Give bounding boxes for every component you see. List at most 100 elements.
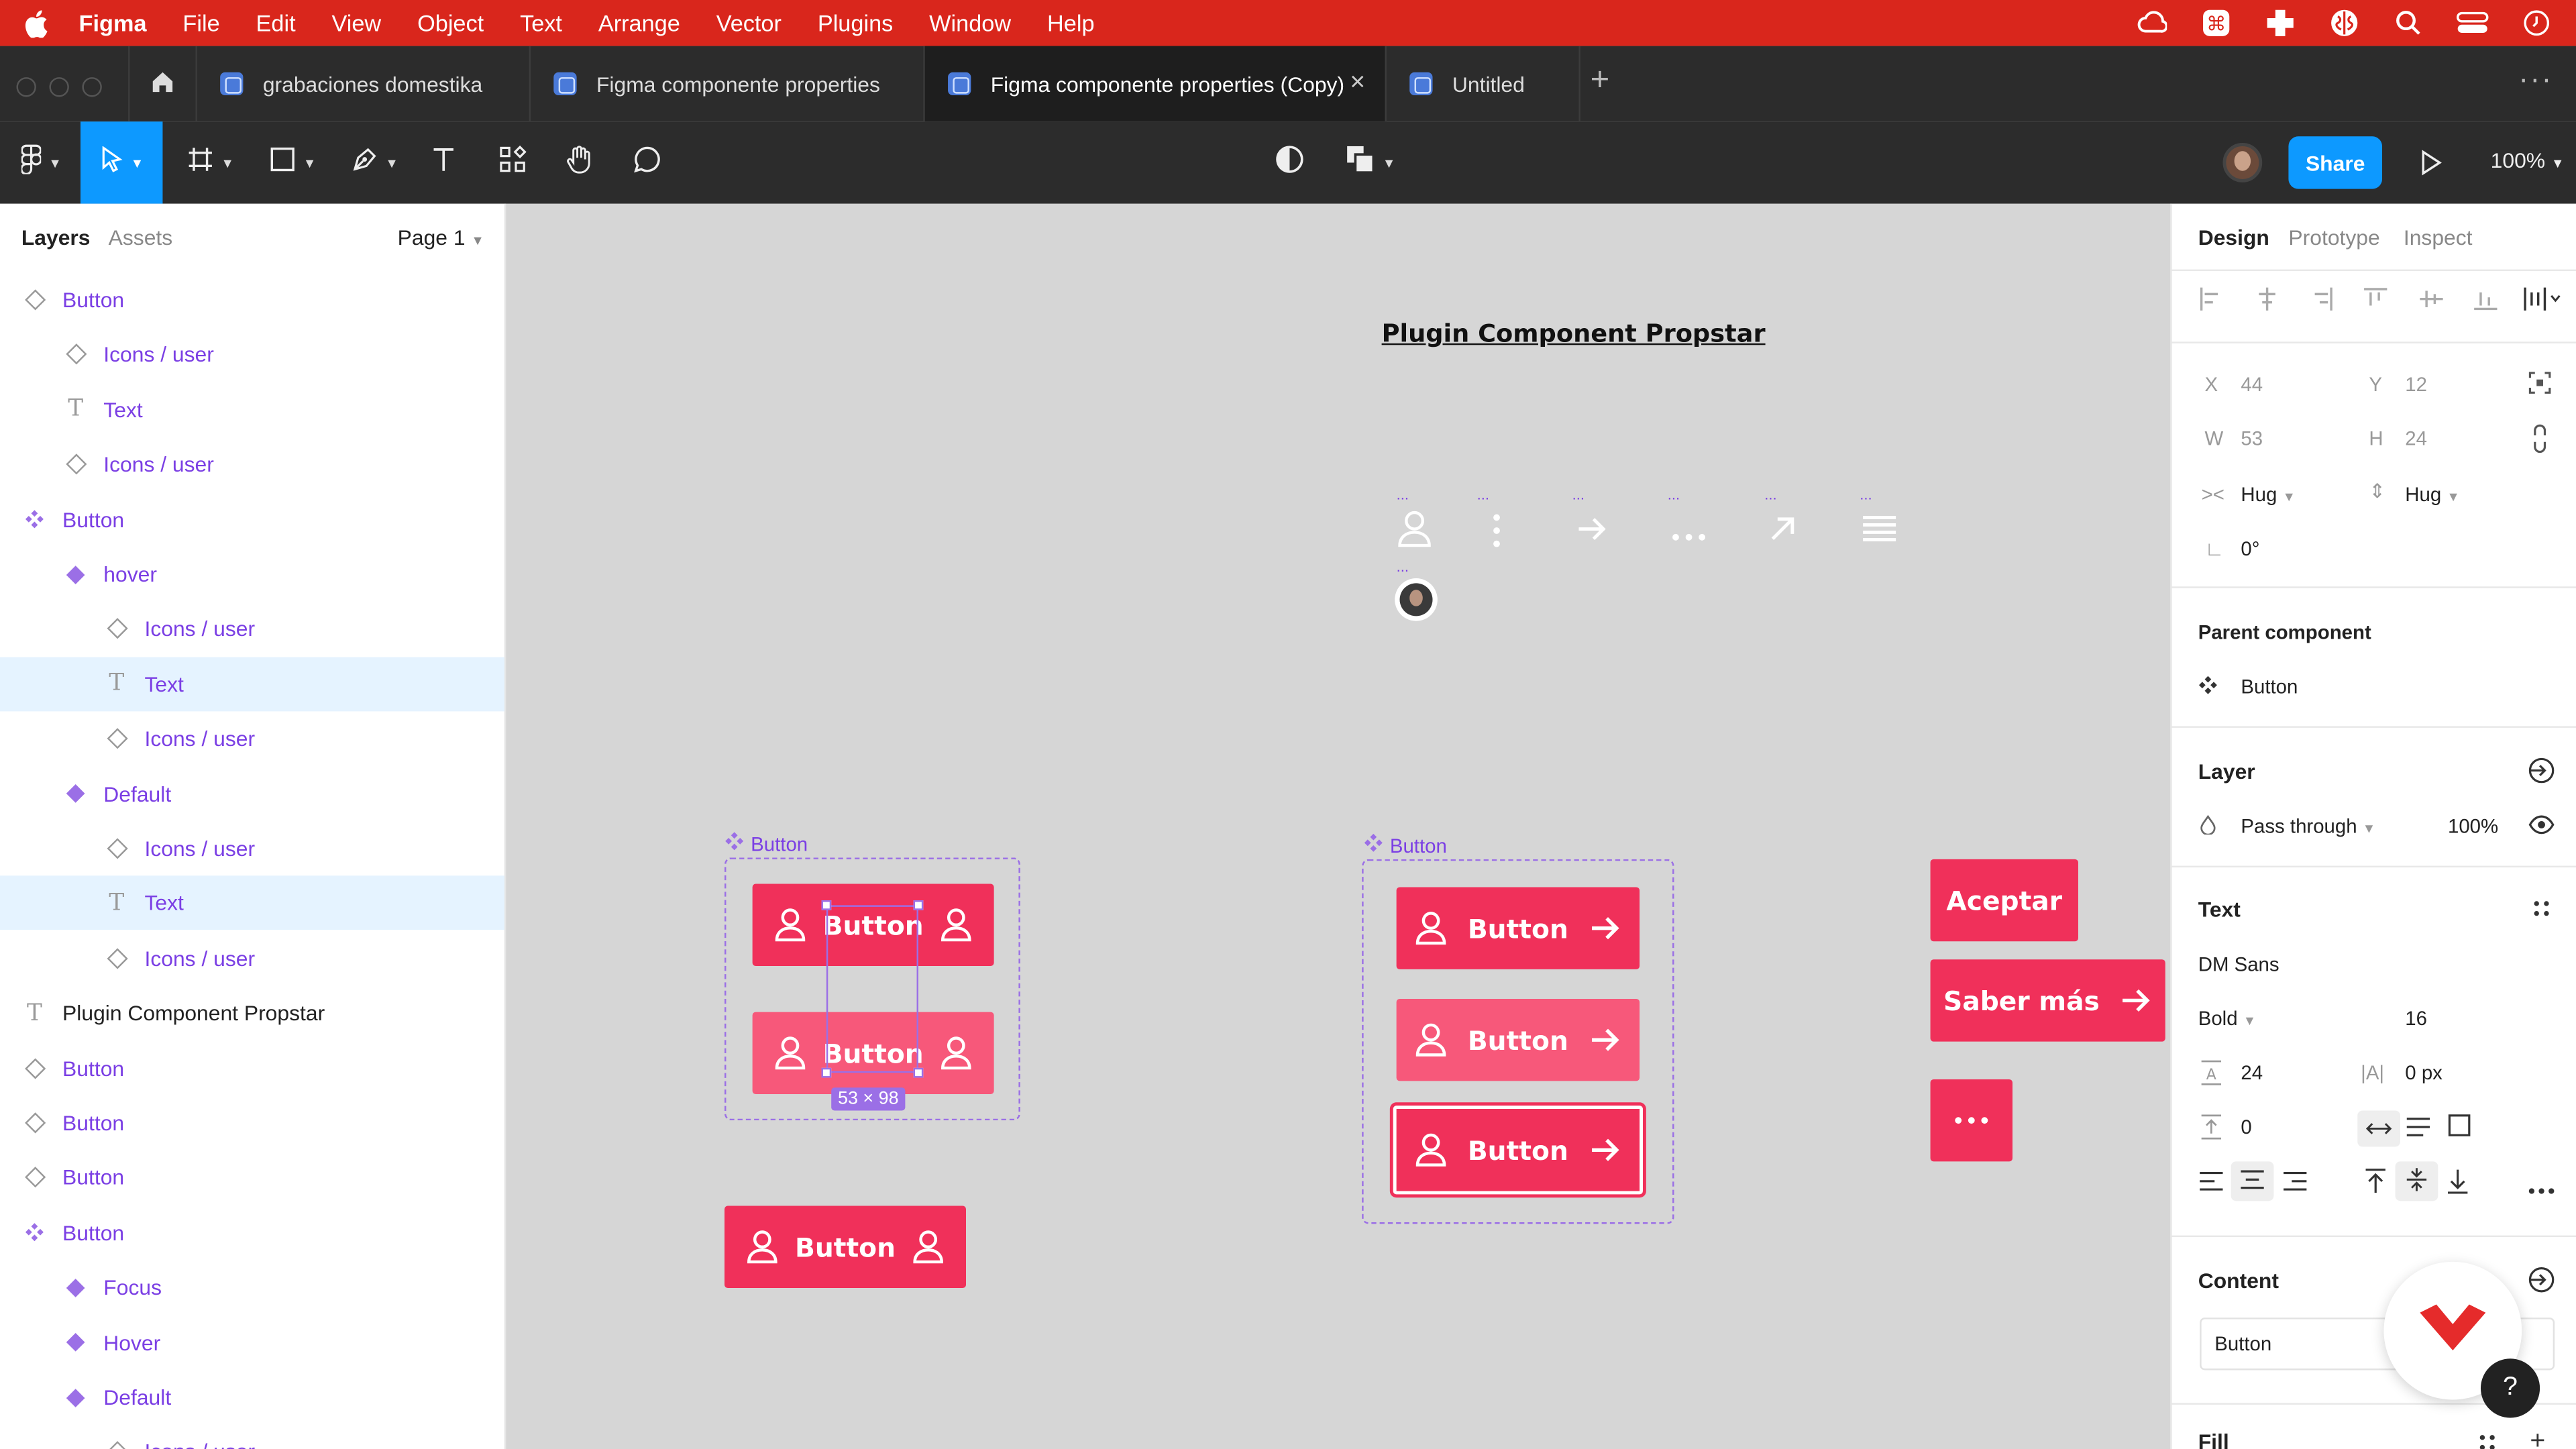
layer-row[interactable]: Button [0, 1205, 504, 1260]
tab-figma-componente-properties-copy[interactable]: Figma componente properties (Copy) × [924, 46, 1387, 122]
aceptar-button[interactable]: Aceptar [1930, 859, 2078, 942]
text-align-left-icon[interactable] [2198, 1171, 2224, 1196]
component-set-label[interactable]: Button [1364, 833, 1447, 858]
vertical-resizing-select[interactable]: Hug ▼ [2405, 483, 2460, 506]
horizontal-resizing-select[interactable]: Hug ▼ [2241, 483, 2296, 506]
layer-row[interactable]: hover [0, 547, 504, 602]
more-text-options-icon[interactable] [2527, 1176, 2557, 1201]
x-input[interactable]: 44 [2241, 373, 2263, 396]
menu-app-name[interactable]: Figma [79, 10, 147, 36]
layer-row[interactable]: Hover [0, 1316, 504, 1370]
present-play-icon[interactable] [2420, 150, 2443, 184]
component-tool[interactable]: ▼ [1337, 121, 1403, 203]
constraints-icon[interactable] [2528, 371, 2551, 399]
clock-icon[interactable] [2520, 7, 2553, 40]
tab-figma-componente-properties[interactable]: Figma componente properties [531, 46, 925, 122]
menu-edit[interactable]: Edit [256, 10, 296, 36]
resize-handle[interactable] [821, 1067, 832, 1078]
menu-object[interactable]: Object [417, 10, 484, 36]
align-left-icon[interactable] [2198, 286, 2224, 317]
control-center-icon[interactable] [2456, 7, 2489, 40]
hand-tool[interactable] [557, 121, 603, 203]
home-tab[interactable] [128, 46, 197, 122]
main-menu-button[interactable]: ▼ [10, 121, 72, 203]
arrow-up-right-icon[interactable] [1768, 515, 1797, 552]
cmd-icon[interactable]: ⌘ [2200, 7, 2233, 40]
tab-prototype[interactable]: Prototype [2288, 225, 2379, 250]
more-options-button[interactable] [1930, 1079, 2013, 1162]
layer-row[interactable]: Button [0, 1095, 504, 1150]
apple-icon[interactable] [25, 9, 54, 38]
rotation-input[interactable]: 0° [2241, 537, 2259, 560]
creative-cloud-icon[interactable] [2136, 7, 2169, 40]
page-selector[interactable]: Page 1 ▼ [398, 225, 484, 250]
layer-row[interactable]: Button [0, 273, 504, 327]
pen-tool[interactable]: ▼ [341, 121, 407, 203]
resize-handle[interactable] [913, 900, 924, 910]
frame-tool[interactable]: ▼ [177, 121, 243, 203]
tab-layers[interactable]: Layers [21, 225, 91, 250]
search-icon[interactable] [2392, 7, 2425, 40]
align-top-icon[interactable] [2363, 286, 2389, 317]
component-set-label[interactable]: Button [724, 831, 808, 856]
w-input[interactable]: 53 [2241, 427, 2263, 450]
button-variant-focus[interactable]: Button [1393, 1106, 1643, 1195]
canvas-title-text[interactable]: Plugin Component Propstar [1382, 319, 1766, 348]
align-bottom-icon[interactable] [2473, 286, 2499, 317]
menu-text[interactable]: Text [520, 10, 562, 36]
align-horizontal-center-icon[interactable] [2254, 286, 2280, 317]
letter-spacing-input[interactable]: 0 px [2405, 1061, 2443, 1084]
layer-row[interactable]: T Text [0, 382, 504, 437]
add-fill-icon[interactable]: + [2530, 1428, 2545, 1449]
auto-height-icon[interactable] [2405, 1116, 2431, 1144]
opacity-input[interactable]: 100% [2448, 815, 2498, 838]
user-icon[interactable] [1397, 509, 1433, 557]
auto-width-button[interactable] [2357, 1110, 2400, 1147]
resize-handle[interactable] [913, 1067, 924, 1078]
plus-cross-icon[interactable] [2264, 7, 2297, 40]
constrain-proportions-icon[interactable] [2532, 424, 2548, 458]
layer-row[interactable]: Icons / user [0, 821, 504, 875]
vertical-align-middle-button[interactable] [2395, 1161, 2438, 1201]
design-canvas[interactable]: Plugin Component Propstar ... ... ... ..… [506, 203, 2171, 1449]
menu-view[interactable]: View [332, 10, 382, 36]
blend-mode-select[interactable]: Pass through ▼ [2241, 815, 2375, 838]
button-instance[interactable]: Button [724, 1205, 967, 1289]
help-button[interactable]: ? [2480, 1358, 2540, 1418]
paragraph-spacing-input[interactable]: 0 [2241, 1116, 2251, 1138]
menu-vector[interactable]: Vector [716, 10, 782, 36]
zoom-dropdown[interactable]: 100% ▼ [2491, 148, 2565, 172]
parent-component-name[interactable]: Button [2241, 676, 2298, 698]
layer-row[interactable]: Default [0, 1370, 504, 1424]
share-button[interactable]: Share [2288, 136, 2383, 189]
close-tab-icon[interactable]: × [1350, 69, 1365, 99]
font-size-input[interactable]: 16 [2405, 1007, 2427, 1030]
layer-row[interactable]: Button [0, 1150, 504, 1205]
tab-assets[interactable]: Assets [109, 225, 173, 250]
layer-row[interactable]: Button [0, 492, 504, 547]
align-vertical-center-icon[interactable] [2418, 286, 2445, 317]
shape-tool[interactable]: ▼ [260, 121, 325, 203]
menu-arrange[interactable]: Arrange [598, 10, 680, 36]
menu-plugins[interactable]: Plugins [818, 10, 893, 36]
menu-window[interactable]: Window [929, 10, 1011, 36]
tab-grabaciones-domestika[interactable]: grabaciones domestika [197, 46, 531, 122]
maximize-window-icon[interactable] [82, 77, 102, 97]
resources-tool[interactable] [490, 121, 536, 203]
comment-tool[interactable] [625, 121, 671, 203]
menu-lines-icon[interactable] [1862, 515, 1898, 552]
more-vertical-icon[interactable] [1490, 513, 1503, 557]
font-weight-select[interactable]: Bold ▼ [2198, 1007, 2256, 1030]
layer-variable-icon[interactable] [2527, 756, 2557, 790]
line-height-input[interactable]: 24 [2241, 1061, 2263, 1084]
layer-row[interactable]: T Text [0, 876, 504, 931]
content-variable-icon[interactable] [2527, 1265, 2557, 1299]
user-avatar[interactable] [2222, 143, 2263, 182]
layer-row[interactable]: Focus [0, 1260, 504, 1315]
menu-help[interactable]: Help [1047, 10, 1095, 36]
text-align-center-button[interactable] [2231, 1161, 2274, 1201]
layer-row[interactable]: Icons / user [0, 712, 504, 766]
y-input[interactable]: 12 [2405, 373, 2427, 396]
tab-design[interactable]: Design [2198, 225, 2269, 250]
tab-inspect[interactable]: Inspect [2404, 225, 2473, 250]
